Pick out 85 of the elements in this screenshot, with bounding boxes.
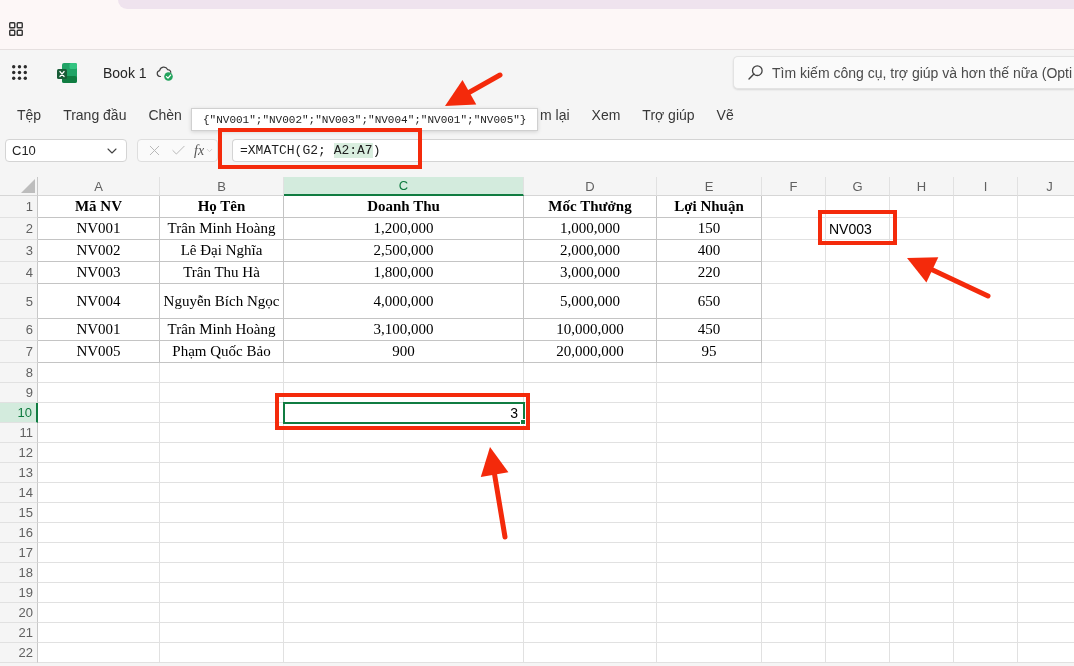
ribbon-tab[interactable]: Trợ giúp xyxy=(642,105,695,125)
row-header[interactable]: 22 xyxy=(0,643,38,663)
search-icon xyxy=(748,65,763,80)
ribbon-tab[interactable]: Vẽ xyxy=(716,105,734,125)
row-header[interactable]: 12 xyxy=(0,443,38,463)
row-header[interactable]: 9 xyxy=(0,383,38,403)
table-cell: 2,500,000 xyxy=(284,240,524,262)
ribbon-tab[interactable]: Xem xyxy=(591,105,621,125)
chevron-down-icon xyxy=(205,146,215,155)
row-header[interactable]: 3 xyxy=(0,240,38,262)
row-header[interactable]: 6 xyxy=(0,319,38,341)
table-cell: Trân Thu Hà xyxy=(160,262,284,284)
table-cell: 650 xyxy=(657,284,762,319)
ribbon-tab[interactable]: Trang đầu xyxy=(63,105,127,125)
tooltip: {"NV001";"NV002";"NV003";"NV004";"NV001";"NV005"} xyxy=(191,108,539,131)
ribbon-tab[interactable]: Chèn xyxy=(148,105,182,125)
table-cell: Họ Tên xyxy=(160,196,284,218)
row-header[interactable]: 11 xyxy=(0,423,38,443)
column-header[interactable]: D xyxy=(524,177,657,196)
row-header[interactable]: 17 xyxy=(0,543,38,563)
table-cell: Phạm Quốc Bảo xyxy=(160,341,284,363)
column-header[interactable]: C xyxy=(284,177,524,196)
table-cell: 450 xyxy=(657,319,762,341)
row-header[interactable]: 21 xyxy=(0,623,38,643)
row-header[interactable]: 16 xyxy=(0,523,38,543)
row-header[interactable]: 15 xyxy=(0,503,38,523)
table-cell: 4,000,000 xyxy=(284,284,524,319)
table-cell: Nguyễn Bích Ngọc xyxy=(160,284,284,319)
waffle-icon[interactable] xyxy=(12,65,27,80)
table-cell: Lê Đại Nghĩa xyxy=(160,240,284,262)
table-cell: 400 xyxy=(657,240,762,262)
column-header[interactable]: H xyxy=(890,177,954,196)
table-cell: 20,000,000 xyxy=(524,341,657,363)
table-cell: Doanh Thu xyxy=(284,196,524,218)
cloud-check-icon[interactable] xyxy=(155,64,174,81)
row-header[interactable]: 2 xyxy=(0,218,38,240)
search-field[interactable]: Tìm kiếm công cụ, trợ giúp và hơn thế nữa (Opti xyxy=(733,56,1074,89)
table-cell: 1,200,000 xyxy=(284,218,524,240)
table-cell: 2,000,000 xyxy=(524,240,657,262)
fill-handle[interactable] xyxy=(520,419,526,425)
table-cell: Mã NV xyxy=(38,196,160,218)
table-cell: 900 xyxy=(284,341,524,363)
row-header[interactable]: 20 xyxy=(0,603,38,623)
table-cell: Trân Minh Hoàng xyxy=(160,319,284,341)
row-header[interactable]: 1 xyxy=(0,196,38,218)
column-header[interactable]: B xyxy=(160,177,284,196)
table-cell: Lợi Nhuận xyxy=(657,196,762,218)
table-cell: Mốc Thưởng xyxy=(524,196,657,218)
table-cell: 5,000,000 xyxy=(524,284,657,319)
table-cell: 3,000,000 xyxy=(524,262,657,284)
row-header[interactable]: 7 xyxy=(0,341,38,363)
ribbon-tab[interactable]: m lại xyxy=(540,105,570,125)
table-cell: Trân Minh Hoàng xyxy=(160,218,284,240)
ribbon-tab[interactable]: Tệp xyxy=(17,105,42,125)
table-cell: 1,000,000 xyxy=(524,218,657,240)
table-cell: NV004 xyxy=(38,284,160,319)
apps-icon[interactable] xyxy=(9,22,23,36)
table-cell: NV003 xyxy=(38,262,160,284)
workbook-title[interactable]: Book 1 xyxy=(103,64,147,81)
row-header[interactable]: 13 xyxy=(0,463,38,483)
row-header[interactable]: 8 xyxy=(0,363,38,383)
column-header[interactable]: F xyxy=(762,177,826,196)
table-cell: 220 xyxy=(657,262,762,284)
column-header[interactable]: A xyxy=(38,177,160,196)
name-box[interactable]: C10 xyxy=(5,139,127,162)
column-header[interactable]: I xyxy=(954,177,1018,196)
row-header[interactable]: 10 xyxy=(0,403,38,423)
table-cell: NV005 xyxy=(38,341,160,363)
row-header[interactable]: 4 xyxy=(0,262,38,284)
column-header[interactable]: J xyxy=(1018,177,1074,196)
row-header[interactable]: 18 xyxy=(0,563,38,583)
table-cell: 95 xyxy=(657,341,762,363)
column-header[interactable]: E xyxy=(657,177,762,196)
table-cell: NV002 xyxy=(38,240,160,262)
row-header[interactable]: 19 xyxy=(0,583,38,603)
spreadsheet-logo-icon[interactable] xyxy=(57,62,77,83)
table-cell: 150 xyxy=(657,218,762,240)
table-cell: 10,000,000 xyxy=(524,319,657,341)
table-cell: NV001 xyxy=(38,319,160,341)
table-cell: 3,100,000 xyxy=(284,319,524,341)
row-header[interactable]: 5 xyxy=(0,284,38,319)
table-cell: 1,800,000 xyxy=(284,262,524,284)
column-header[interactable]: G xyxy=(826,177,890,196)
table-cell: NV001 xyxy=(38,218,160,240)
row-header[interactable]: 14 xyxy=(0,483,38,503)
